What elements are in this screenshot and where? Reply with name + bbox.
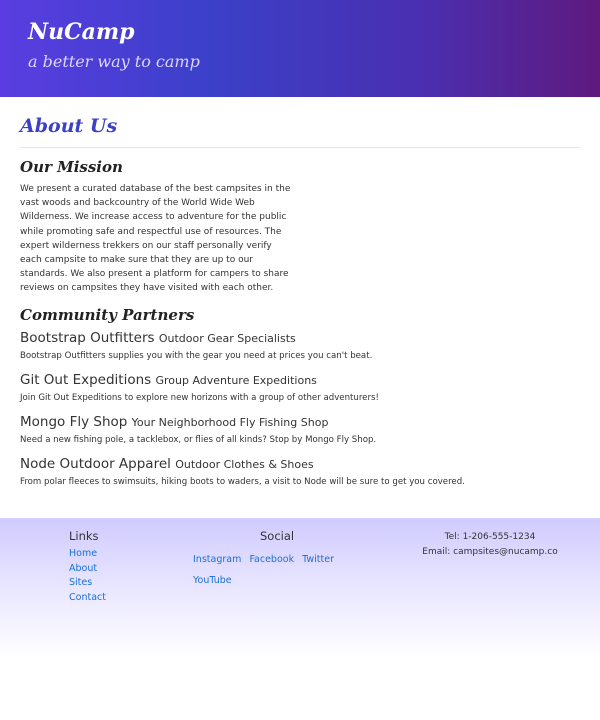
partner-name: Mongo Fly Shop	[20, 413, 128, 430]
partner-title-line: Git Out Expeditions Group Adventure Expe…	[20, 372, 580, 388]
footer-social-list: Instagram Facebook Twitter YouTube	[193, 547, 373, 588]
footer-contact-column: Tel: 1-206-555-1234 Email: campsites@nuc…	[420, 530, 560, 560]
social-link-youtube[interactable]: YouTube	[193, 575, 232, 586]
partner-description: Need a new fishing pole, a tacklebox, or…	[20, 434, 377, 445]
partner-description: From polar fleeces to swimsuits, hiking …	[20, 476, 465, 487]
site-header: NuCamp a better way to camp	[0, 0, 600, 97]
partner-tagline: Outdoor Clothes & Shoes	[175, 457, 314, 471]
partner-item: Node Outdoor Apparel Outdoor Clothes & S…	[20, 456, 580, 489]
partner-description: Bootstrap Outfitters supplies you with t…	[20, 350, 373, 361]
main-content: About Us Our Mission We present a curate…	[0, 97, 600, 489]
footer-social-heading: Social	[260, 529, 295, 543]
partner-tagline: Outdoor Gear Specialists	[158, 331, 296, 345]
footer-email[interactable]: Email: campsites@nucamp.co	[420, 545, 560, 560]
footer-links-heading: Links	[69, 529, 99, 543]
partner-name: Bootstrap Outfitters	[20, 329, 155, 346]
brand-tagline: a better way to camp	[28, 52, 200, 71]
partner-description: Join Git Out Expeditions to explore new …	[20, 392, 379, 403]
brand-title: NuCamp	[28, 19, 135, 45]
mission-text: We present a curated database of the bes…	[20, 184, 291, 294]
partner-item: Git Out Expeditions Group Adventure Expe…	[20, 372, 580, 405]
footer-link-home[interactable]: Home	[69, 547, 106, 562]
social-link-twitter[interactable]: Twitter	[302, 554, 334, 565]
footer-tel: Tel: 1-206-555-1234	[444, 532, 536, 542]
social-link-facebook[interactable]: Facebook	[249, 554, 294, 565]
footer-link-contact[interactable]: Contact	[69, 591, 106, 606]
footer-links-list: Home About Sites Contact	[69, 547, 106, 605]
footer-link-about[interactable]: About	[69, 562, 106, 577]
mission-heading: Our Mission	[20, 158, 123, 176]
social-link-instagram[interactable]: Instagram	[193, 554, 241, 565]
partner-item: Mongo Fly Shop Your Neighborhood Fly Fis…	[20, 414, 580, 447]
partner-tagline: Group Adventure Expeditions	[155, 373, 317, 387]
partner-title-line: Mongo Fly Shop Your Neighborhood Fly Fis…	[20, 414, 580, 430]
site-footer: Links Home About Sites Contact Social In…	[0, 518, 600, 658]
partner-name: Git Out Expeditions	[20, 371, 152, 388]
partner-name: Node Outdoor Apparel	[20, 455, 171, 472]
footer-social-column: Social Instagram Facebook Twitter YouTub…	[193, 529, 373, 588]
partners-heading: Community Partners	[20, 305, 195, 324]
page-title: About Us	[20, 115, 118, 137]
partner-title-line: Bootstrap Outfitters Outdoor Gear Specia…	[20, 330, 580, 346]
footer-links-column: Links Home About Sites Contact	[69, 529, 106, 605]
footer-link-sites[interactable]: Sites	[69, 576, 106, 591]
title-divider	[20, 147, 580, 148]
partner-item: Bootstrap Outfitters Outdoor Gear Specia…	[20, 330, 580, 363]
partner-tagline: Your Neighborhood Fly Fishing Shop	[131, 415, 329, 429]
partner-title-line: Node Outdoor Apparel Outdoor Clothes & S…	[20, 456, 580, 472]
